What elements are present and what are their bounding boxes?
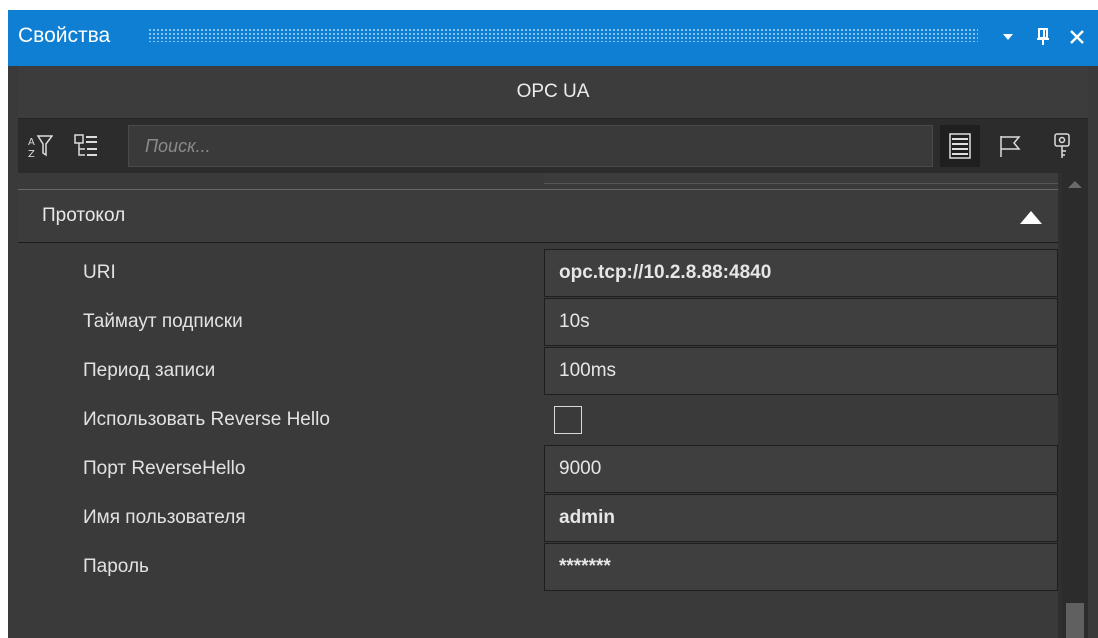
svg-text:A: A <box>28 137 35 148</box>
property-row-reverse-hello-port[interactable]: Порт ReverseHello 9000 <box>18 445 1058 495</box>
property-name: Имя пользователя <box>83 507 246 528</box>
property-name: Пароль <box>83 556 149 577</box>
property-grid: Протокол URI opc.tcp://10.2.8.88:4840 Та… <box>18 173 1058 638</box>
property-value-reverse-hello-port[interactable]: 9000 <box>544 445 1058 493</box>
property-row-reverse-hello[interactable]: Использовать Reverse Hello <box>18 396 1058 446</box>
property-value-subscription-timeout[interactable]: 10s <box>544 298 1058 346</box>
flag-icon[interactable] <box>990 125 1030 167</box>
property-name: URI <box>83 262 116 283</box>
property-row-password[interactable]: Пароль ******* <box>18 543 1058 593</box>
property-row-write-period[interactable]: Период записи 100ms <box>18 347 1058 397</box>
property-row-subscription-timeout[interactable]: Таймаут подписки 10s <box>18 298 1058 348</box>
property-name: Использовать Reverse Hello <box>83 409 330 430</box>
properties-list-icon[interactable] <box>940 125 980 167</box>
collapse-triangle-icon[interactable] <box>1018 208 1044 226</box>
properties-window: Свойства OPC UA A Z Поиск... Протокол UR… <box>8 10 1098 638</box>
previous-row <box>544 173 1058 184</box>
property-toolbar: A Z <box>18 119 1088 173</box>
property-value-password[interactable]: ******* <box>544 543 1058 591</box>
title-grip[interactable] <box>148 28 978 42</box>
object-header: OPC UA <box>18 66 1088 119</box>
sort-filter-icon[interactable]: A Z <box>20 125 60 167</box>
reverse-hello-checkbox[interactable] <box>554 406 582 434</box>
property-name: Таймаут подписки <box>83 311 243 332</box>
property-value-username[interactable]: admin <box>544 494 1058 542</box>
scroll-up-icon[interactable] <box>1067 179 1083 189</box>
property-name: Период записи <box>83 360 216 381</box>
close-icon[interactable] <box>1062 20 1092 54</box>
category-label: Протокол <box>42 205 126 226</box>
search-input[interactable] <box>128 125 933 167</box>
window-title: Свойства <box>18 24 111 47</box>
title-bar[interactable]: Свойства <box>8 10 1098 66</box>
key-icon[interactable] <box>1042 125 1082 167</box>
scroll-thumb[interactable] <box>1066 603 1084 638</box>
property-panel: OPC UA A Z Поиск... Протокол URI opc.tcp… <box>18 66 1088 638</box>
categorize-icon[interactable] <box>66 125 106 167</box>
chevron-down-icon[interactable] <box>993 20 1023 54</box>
property-row-username[interactable]: Имя пользователя admin <box>18 494 1058 544</box>
pin-icon[interactable] <box>1028 20 1058 54</box>
property-row-uri[interactable]: URI opc.tcp://10.2.8.88:4840 <box>18 249 1058 299</box>
property-name: Порт ReverseHello <box>83 458 246 479</box>
svg-text:Z: Z <box>28 149 35 159</box>
property-value-uri[interactable]: opc.tcp://10.2.8.88:4840 <box>544 249 1058 297</box>
property-value-write-period[interactable]: 100ms <box>544 347 1058 395</box>
vertical-scrollbar[interactable] <box>1062 173 1088 638</box>
property-value-reverse-hello <box>544 396 1058 444</box>
category-protocol[interactable]: Протокол <box>18 189 1058 243</box>
